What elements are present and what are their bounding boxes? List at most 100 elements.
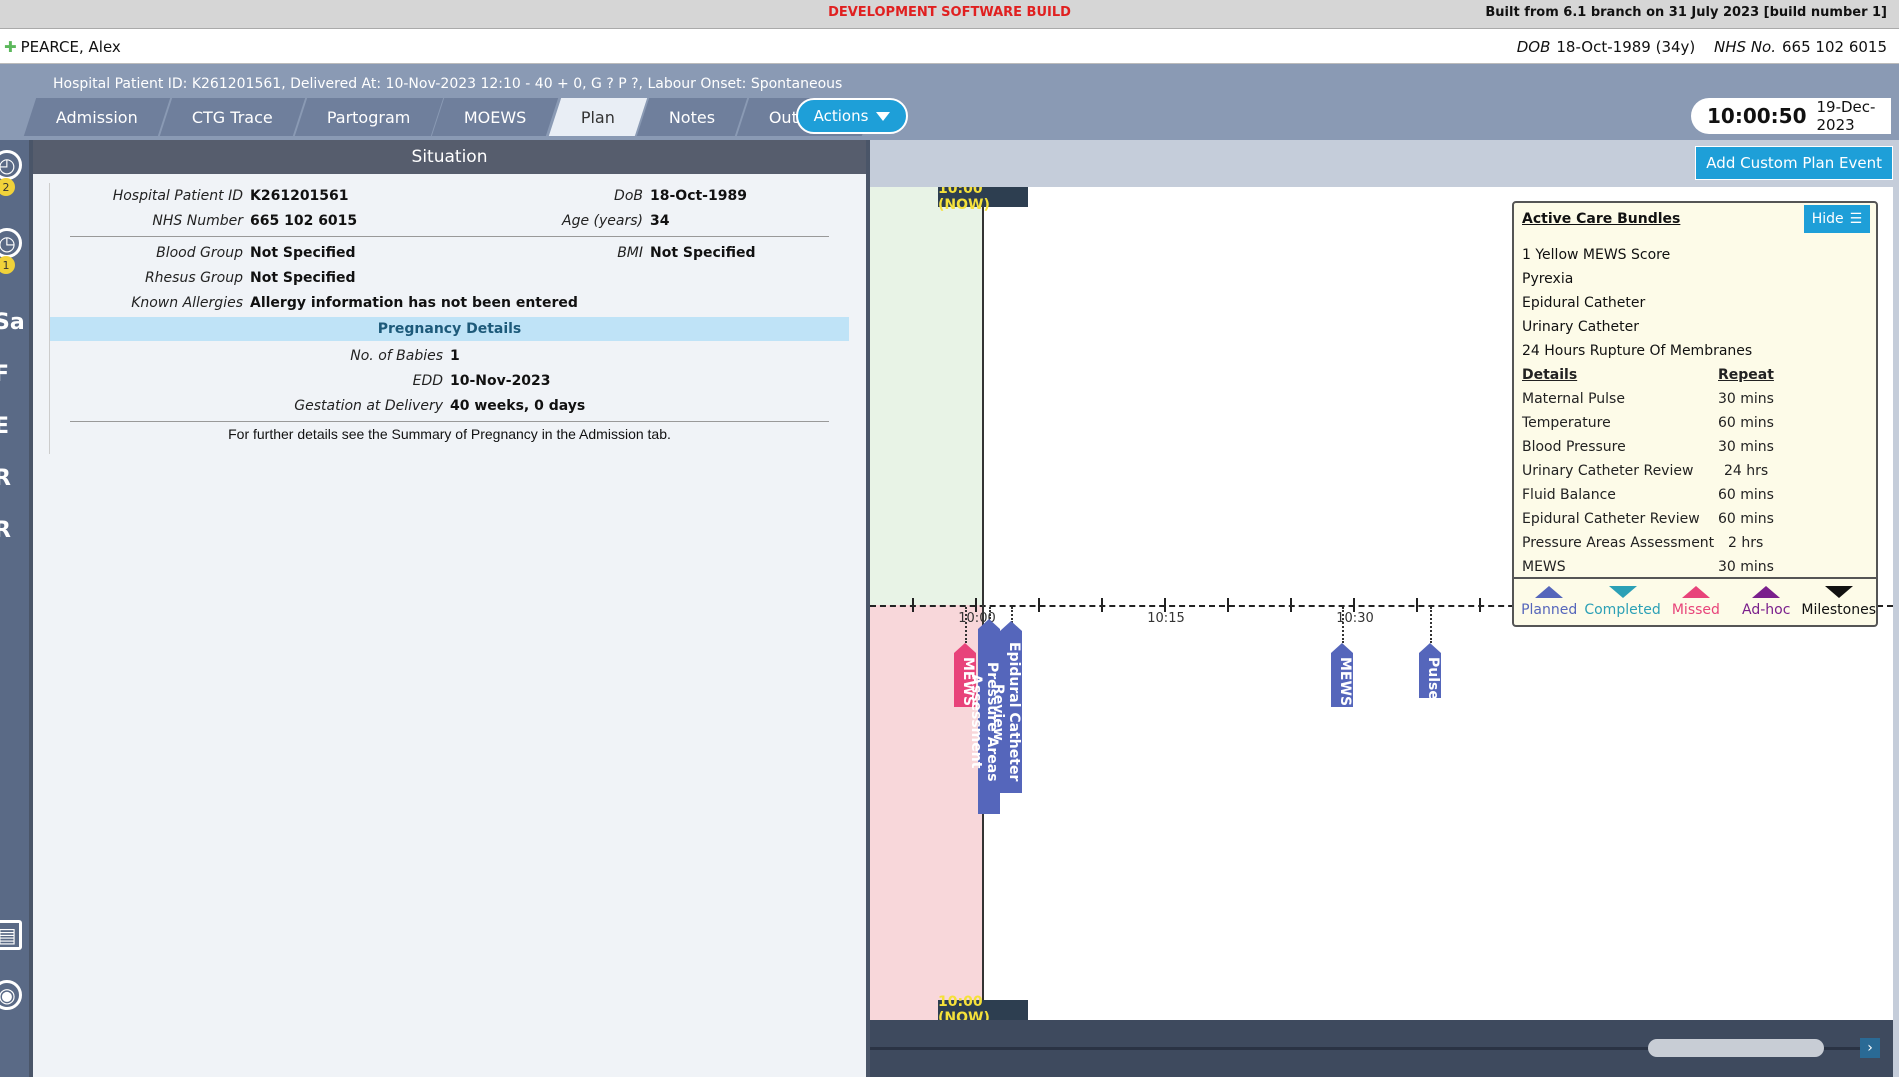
dob-value: 18-Oct-1989 xyxy=(650,187,747,204)
nhs-label: NHS No. xyxy=(1714,38,1777,56)
chevron-right-icon[interactable]: › xyxy=(1860,1038,1880,1058)
axis-tick xyxy=(1038,598,1040,612)
rhesus-value: Not Specified xyxy=(250,269,356,286)
info-row: NHS Number 665 102 6015 Age (years) 34 xyxy=(50,208,849,233)
summary-note: For further details see the Summary of P… xyxy=(228,426,671,442)
tab-partogram[interactable]: Partogram xyxy=(294,98,443,136)
event-connector xyxy=(989,607,991,619)
blood-group-label: Blood Group xyxy=(156,244,243,261)
details-header: Details xyxy=(1522,367,1578,383)
now-marker-top: 10:00 (NOW) xyxy=(938,187,1028,213)
history-count-badge: 2 xyxy=(0,178,15,196)
info-row: Gestation at Delivery 40 weeks, 0 days xyxy=(50,393,849,418)
babies-value: 1 xyxy=(450,347,460,364)
bundle-details-table: Details Repeat Maternal Pulse 30 mins Tem… xyxy=(1522,363,1872,579)
chevron-down-icon xyxy=(876,111,891,121)
triangle-up-icon xyxy=(1535,586,1564,598)
plan-event-epidural-review[interactable]: Epidural Catheter Review xyxy=(990,621,1022,793)
bmi-label: BMI xyxy=(617,244,643,261)
axis-tick xyxy=(1353,598,1355,612)
legend-planned: Planned xyxy=(1514,579,1584,625)
dob-label: DOB xyxy=(1516,38,1551,56)
tab-admission[interactable]: Admission xyxy=(23,98,171,136)
info-row: Hospital Patient ID K261201561 DoB 18-Oc… xyxy=(50,183,849,208)
tab-moews[interactable]: MOEWS xyxy=(432,98,559,136)
legend-milestones: Milestones xyxy=(1801,579,1876,625)
detail-name: Temperature xyxy=(1522,415,1611,431)
left-sidebar: ◴ 2 ◷ 1 Sa F E R R ▤ ◉ xyxy=(0,140,29,1077)
plan-timeline[interactable]: 10:00 10:15 10:30 10:00 (NOW) 10:00 (NOW… xyxy=(870,187,1893,1020)
gestation-label: Gestation at Delivery xyxy=(294,397,443,414)
sidebar-item-r2[interactable]: R xyxy=(0,518,11,543)
active-care-bundles-panel: Active Care Bundles Hide ☰ 1 Yellow MEWS … xyxy=(1512,201,1878,627)
add-custom-plan-event-button[interactable]: Add Custom Plan Event xyxy=(1695,146,1893,180)
allergies-value: Allergy information has not been entered xyxy=(250,294,578,311)
plan-event-mews[interactable]: MEWS xyxy=(1331,643,1353,707)
bmi-value: Not Specified xyxy=(650,244,756,261)
sidebar-item-e[interactable]: E xyxy=(0,414,9,439)
bundle-list: 1 Yellow MEWS Score Pyrexia Epidural Cat… xyxy=(1522,243,1752,363)
nhs-number-value: 665 102 6015 xyxy=(250,212,358,229)
legend-label: Ad-hoc xyxy=(1742,602,1791,618)
axis-tick xyxy=(1416,598,1418,612)
detail-name: Urinary Catheter Review xyxy=(1522,463,1694,479)
hide-bundles-button[interactable]: Hide ☰ xyxy=(1804,205,1870,233)
tab-ctg-trace[interactable]: CTG Trace xyxy=(159,98,305,136)
scrollbar-thumb[interactable] xyxy=(1648,1039,1824,1057)
detail-repeat: 60 mins xyxy=(1718,415,1774,431)
patient-ids: DOB 18-Oct-1989 (34y) NHS No. 665 102 6015 xyxy=(1517,38,1887,56)
plan-panel: Add Custom Plan Event 10:00 10:15 10:30 … xyxy=(870,140,1899,1077)
timeline-scrollbar[interactable]: › xyxy=(870,1020,1893,1077)
top-banner: DEVELOPMENT SOFTWARE BUILD Built from 6.… xyxy=(0,0,1899,29)
patient-name: ✚ PEARCE, Alex xyxy=(4,38,121,56)
plan-event-pulse[interactable]: Pulse xyxy=(1419,643,1441,700)
situation-panel: Situation Hospital Patient ID K261201561… xyxy=(33,140,866,1077)
detail-repeat: 60 mins xyxy=(1718,487,1774,503)
pregnancy-details-header: Pregnancy Details xyxy=(50,317,849,341)
dob-label: DoB xyxy=(614,187,643,204)
table-row: Fluid Balance 60 mins xyxy=(1522,483,1872,507)
situation-title: Situation xyxy=(33,140,866,174)
rhesus-label: Rhesus Group xyxy=(144,269,243,286)
detail-repeat: 30 mins xyxy=(1718,391,1774,407)
presentation-icon[interactable]: ▤ xyxy=(0,920,22,950)
info-row: EDD 10-Nov-2023 xyxy=(50,368,849,393)
tab-plan[interactable]: Plan xyxy=(548,98,647,136)
info-row: Blood Group Not Specified BMI Not Specif… xyxy=(50,240,849,265)
hide-label: Hide xyxy=(1811,211,1844,227)
actions-label: Actions xyxy=(813,107,869,125)
user-search-icon[interactable]: ◉ xyxy=(0,980,22,1010)
triangle-down-icon xyxy=(1824,586,1853,598)
list-item: 1 Yellow MEWS Score xyxy=(1522,247,1671,263)
past-region-top xyxy=(870,187,983,605)
table-row: MEWS 30 mins xyxy=(1522,555,1872,579)
edd-value: 10-Nov-2023 xyxy=(450,372,551,389)
list-item: Epidural Catheter xyxy=(1522,295,1646,311)
alarm-icon[interactable]: ◷ xyxy=(0,228,22,258)
hospital-id-label: Hospital Patient ID xyxy=(112,187,243,204)
info-row: Rhesus Group Not Specified xyxy=(50,265,849,290)
legend-completed: Completed xyxy=(1584,579,1661,625)
actions-button[interactable]: Actions xyxy=(796,98,908,134)
nhs-value: 665 102 6015 xyxy=(1782,38,1887,56)
patient-name-text: PEARCE, Alex xyxy=(20,38,121,56)
axis-tick xyxy=(1101,598,1103,612)
axis-tick xyxy=(975,598,977,612)
detail-repeat: 24 hrs xyxy=(1724,463,1769,479)
alarm-count-badge: 1 xyxy=(0,256,15,274)
repeat-header: Repeat xyxy=(1718,367,1774,383)
bundles-title: Active Care Bundles xyxy=(1522,211,1681,227)
sidebar-item-f[interactable]: F xyxy=(0,362,9,387)
legend-adhoc: Ad-hoc xyxy=(1731,579,1801,625)
hospital-id-value: K261201561 xyxy=(250,187,349,204)
history-icon[interactable]: ◴ xyxy=(0,150,22,180)
edd-label: EDD xyxy=(412,372,443,389)
sidebar-item-r1[interactable]: R xyxy=(0,466,11,491)
cross-icon: ✚ xyxy=(4,38,17,56)
tab-notes[interactable]: Notes xyxy=(636,98,748,136)
axis-tick xyxy=(1164,598,1166,612)
gestation-value: 40 weeks, 0 days xyxy=(450,397,586,414)
now-marker-bottom: 10:00 (NOW) xyxy=(938,994,1028,1020)
sidebar-item-sa[interactable]: Sa xyxy=(0,310,25,335)
divider xyxy=(70,421,829,422)
